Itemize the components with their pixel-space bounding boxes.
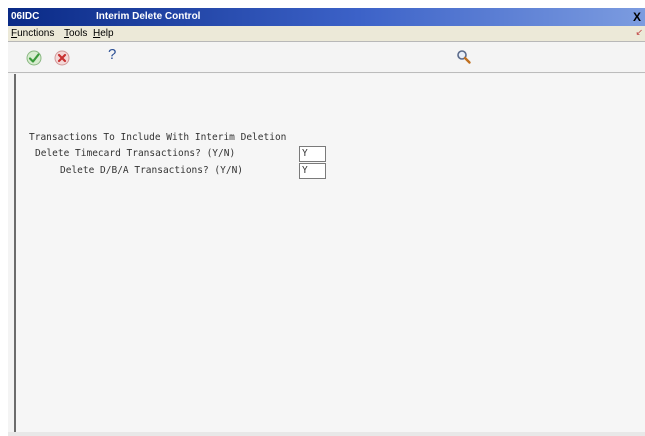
title-bar: 06IDC Interim Delete Control X [8, 8, 645, 26]
window-title: Interim Delete Control [96, 11, 201, 22]
ok-check-icon[interactable] [25, 49, 43, 67]
program-id: 06IDC [11, 11, 40, 22]
restore-icon[interactable]: ↙ [635, 27, 643, 38]
dba-field-input[interactable]: Y [299, 163, 326, 179]
close-button[interactable]: X [631, 10, 643, 24]
timecard-field-input[interactable]: Y [299, 146, 326, 162]
window-bottom-edge [8, 432, 645, 436]
form-area: Transactions To Include With Interim Del… [14, 74, 645, 432]
toolbar: ? [8, 42, 645, 73]
dba-field-label: Delete D/B/A Transactions? (Y/N) [60, 165, 244, 176]
menu-tools-label: ools [69, 28, 88, 39]
menu-bar: Functions Tools Help ↙ [8, 26, 645, 42]
menu-help-label: elp [100, 28, 114, 39]
menu-tools[interactable]: Tools [64, 27, 87, 40]
cancel-x-icon[interactable] [53, 49, 71, 67]
application-window: 06IDC Interim Delete Control X Functions… [8, 8, 645, 432]
search-magnifier-icon[interactable] [455, 48, 473, 66]
menu-functions[interactable]: Functions [11, 27, 54, 40]
help-question-icon[interactable]: ? [108, 46, 116, 63]
timecard-field-label: Delete Timecard Transactions? (Y/N) [35, 148, 236, 159]
menu-functions-label: unctions [17, 28, 55, 39]
menu-help[interactable]: Help [93, 27, 114, 40]
section-heading: Transactions To Include With Interim Del… [29, 132, 287, 143]
